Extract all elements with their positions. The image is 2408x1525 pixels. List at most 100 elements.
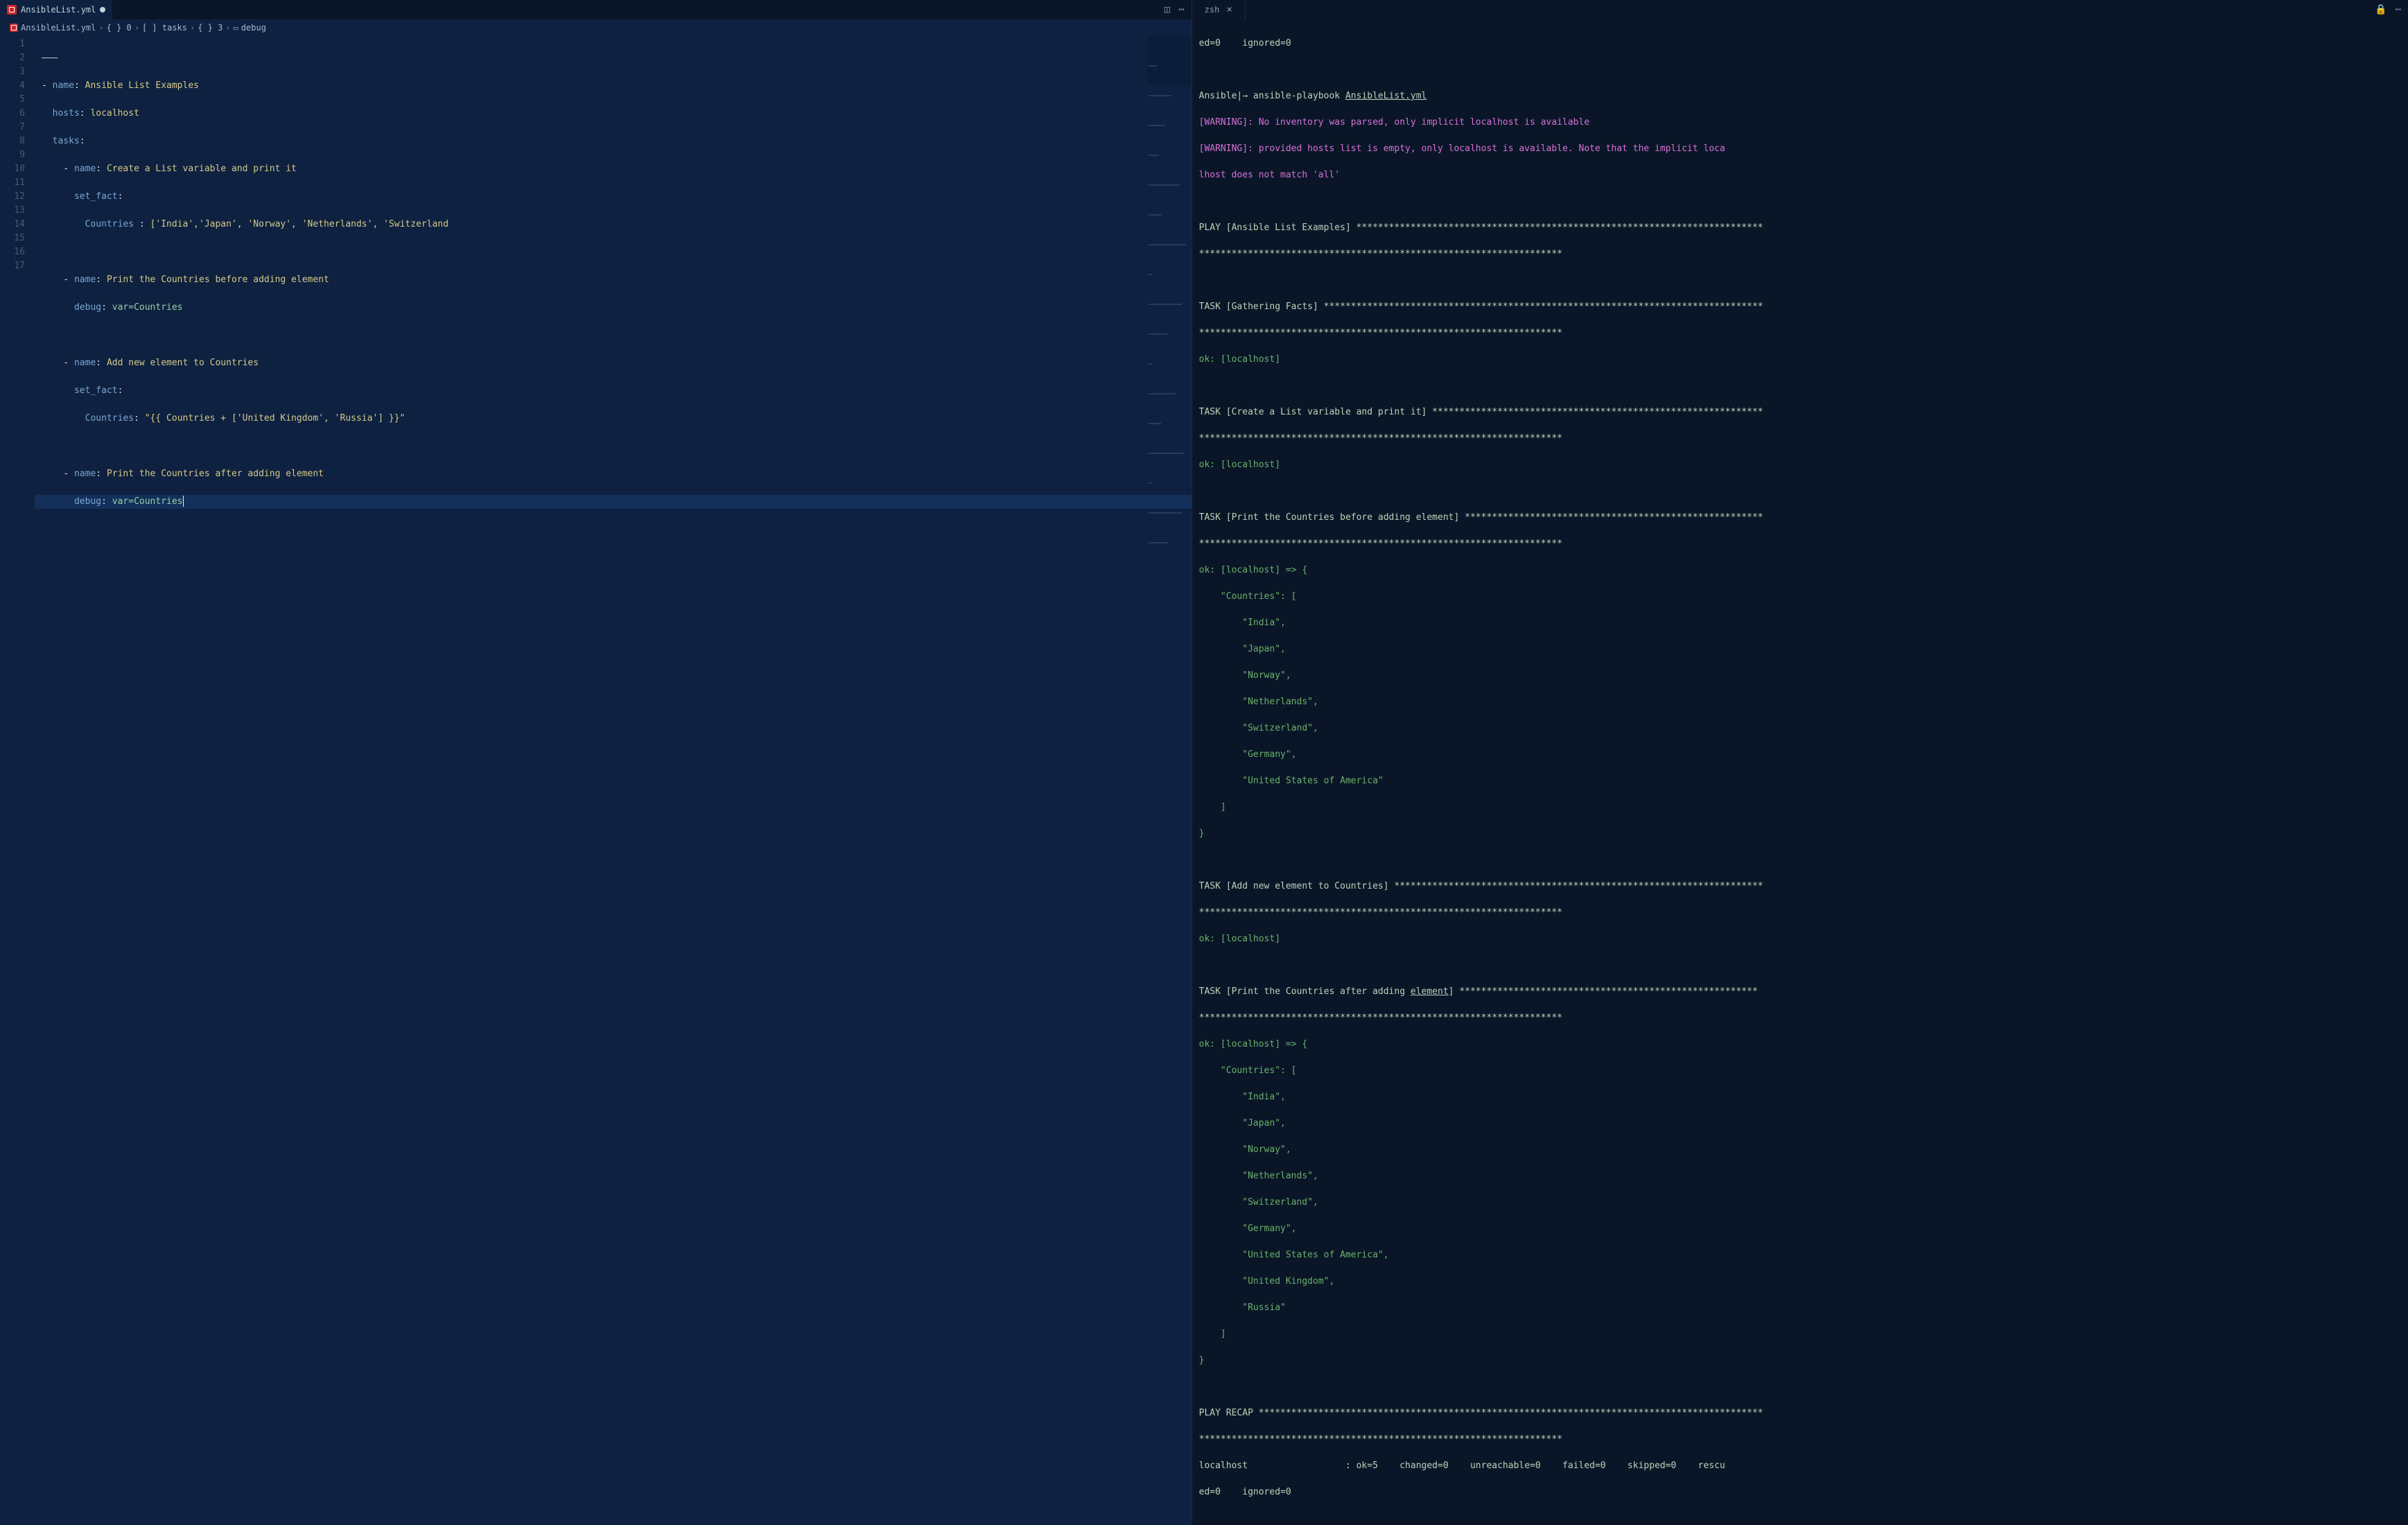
terminal-line: "India", [1199, 616, 2401, 629]
code-line: debug: var=Countries [35, 301, 1192, 315]
terminal-line: ok: [localhost] [1199, 932, 2401, 946]
terminal-line: ****************************************… [1199, 247, 2401, 261]
breadcrumb-item[interactable]: AnsibleList.yml [21, 23, 96, 33]
code-line: - name: Ansible List Examples [35, 79, 1192, 93]
terminal-line: "Netherlands", [1199, 1169, 2401, 1183]
editor-tab-actions: ◫ ⋯ [1158, 4, 1192, 15]
terminal-line: ok: [localhost] [1199, 353, 2401, 366]
line-gutter: 1 2 3 4 5 6 7 8 9 10 11 12 13 14 15 16 1 [0, 36, 35, 1525]
terminal-line [1199, 485, 2401, 498]
close-icon[interactable]: × [1226, 4, 1232, 15]
code-line [35, 245, 1192, 259]
code-line: - name: Print the Countries after adding… [35, 467, 1192, 481]
modified-dot-icon [100, 7, 105, 12]
terminal-line: ****************************************… [1199, 1011, 2401, 1025]
more-actions-icon[interactable]: ⋯ [2396, 4, 2401, 15]
breadcrumb-item[interactable]: { } 3 [198, 23, 223, 33]
yaml-file-icon [10, 24, 18, 32]
terminal-line: [WARNING]: provided hosts list is empty,… [1199, 142, 2401, 155]
terminal-line: "Countries": [ [1199, 1064, 2401, 1077]
editor-tab[interactable]: AnsibleList.yml [0, 0, 112, 19]
chevron-right-icon: › [134, 23, 139, 33]
terminal-line: TASK [Create a List variable and print i… [1199, 406, 2401, 419]
code-line: Countries: "{{ Countries + ['United King… [35, 412, 1192, 426]
terminal-line: ****************************************… [1199, 1433, 2401, 1446]
editor-area[interactable]: 1 2 3 4 5 6 7 8 9 10 11 12 13 14 15 16 1 [0, 36, 1192, 1525]
terminal-pane: zsh × 🔒 ⋯ ed=0 ignored=0 Ansible|→ ansib… [1192, 0, 2408, 1525]
terminal-line: } [1199, 827, 2401, 840]
split-editor-icon[interactable]: ◫ [1164, 4, 1170, 15]
yaml-file-icon [7, 5, 17, 15]
chevron-right-icon: › [225, 23, 230, 33]
terminal-line: } [1199, 1354, 2401, 1367]
field-icon: ▭ [234, 23, 238, 33]
main-split: AnsibleList.yml ◫ ⋯ AnsibleList.yml › { … [0, 0, 2408, 1525]
terminal-line: ok: [localhost] => { [1199, 1038, 2401, 1051]
code-line: hosts: localhost [35, 107, 1192, 121]
terminal-line [1199, 1380, 2401, 1393]
editor-tab-bar: AnsibleList.yml ◫ ⋯ [0, 0, 1192, 19]
terminal-line: ****************************************… [1199, 906, 2401, 919]
tab-name: zsh [1205, 5, 1220, 15]
terminal-line [1199, 63, 2401, 76]
terminal-line: ****************************************… [1199, 537, 2401, 550]
terminal-line: ok: [localhost] [1199, 458, 2401, 471]
code-line: debug: var=Countries [35, 495, 1192, 509]
code-line: tasks: [35, 134, 1192, 148]
terminal-line: ] [1199, 1327, 2401, 1341]
terminal-line: ok: [localhost] => { [1199, 564, 2401, 577]
terminal-line [1199, 274, 2401, 287]
terminal-line: "United States of America" [1199, 774, 2401, 787]
terminal-line: TASK [Add new element to Countries] ****… [1199, 880, 2401, 893]
minimap[interactable] [1147, 36, 1192, 85]
code-line: set_fact: [35, 384, 1192, 398]
terminal-line: TASK [Print the Countries before adding … [1199, 511, 2401, 524]
terminal-line: PLAY RECAP *****************************… [1199, 1406, 2401, 1420]
terminal-line: "India", [1199, 1090, 2401, 1104]
terminal-line [1199, 1512, 2401, 1525]
terminal-line: "Switzerland", [1199, 722, 2401, 735]
terminal-line: "United States of America", [1199, 1248, 2401, 1262]
terminal-line: "Switzerland", [1199, 1196, 2401, 1209]
code-line [35, 329, 1192, 342]
terminal-line: localhost : ok=5 changed=0 unreachable=0… [1199, 1459, 2401, 1472]
code-line: ——— [35, 51, 1192, 65]
breadcrumb-item[interactable]: [ ] tasks [142, 23, 187, 33]
terminal-line: TASK [Gathering Facts] *****************… [1199, 300, 2401, 313]
code-line: - name: Print the Countries before addin… [35, 273, 1192, 287]
terminal-line [1199, 959, 2401, 972]
code-editor[interactable]: ——— - name: Ansible List Examples hosts:… [35, 36, 1192, 1525]
terminal-line [1199, 195, 2401, 208]
terminal-line: "Japan", [1199, 643, 2401, 656]
terminal-line: "Countries": [ [1199, 590, 2401, 603]
breadcrumb[interactable]: AnsibleList.yml › { } 0 › [ ] tasks › { … [0, 19, 1192, 36]
terminal-line: "Netherlands", [1199, 695, 2401, 708]
terminal-line: ed=0 ignored=0 [1199, 37, 2401, 50]
editor-pane: AnsibleList.yml ◫ ⋯ AnsibleList.yml › { … [0, 0, 1192, 1525]
breadcrumb-item[interactable]: debug [241, 23, 266, 33]
chevron-right-icon: › [98, 23, 103, 33]
breadcrumb-item[interactable]: { } 0 [107, 23, 132, 33]
terminal-line: "Norway", [1199, 669, 2401, 682]
terminal-line: ] [1199, 801, 2401, 814]
tab-filename: AnsibleList.yml [21, 5, 96, 15]
terminal-line: ed=0 ignored=0 [1199, 1485, 2401, 1499]
terminal-line: "Japan", [1199, 1117, 2401, 1130]
code-line: Countries : ['India','Japan', 'Norway', … [35, 218, 1192, 232]
chevron-right-icon: › [190, 23, 195, 33]
code-line: - name: Create a List variable and print… [35, 162, 1192, 176]
terminal-line: "Germany", [1199, 1222, 2401, 1235]
terminal-line: [WARNING]: No inventory was parsed, only… [1199, 116, 2401, 129]
terminal-line [1199, 853, 2401, 866]
terminal-output[interactable]: ed=0 ignored=0 Ansible|→ ansible-playboo… [1192, 19, 2408, 1525]
terminal-line: "United Kingdom", [1199, 1275, 2401, 1288]
more-actions-icon[interactable]: ⋯ [1178, 4, 1184, 15]
terminal-line: ****************************************… [1199, 432, 2401, 445]
terminal-line: "Germany", [1199, 748, 2401, 761]
text-cursor [183, 496, 184, 507]
lock-icon[interactable]: 🔒 [2375, 4, 2387, 15]
terminal-line: "Norway", [1199, 1143, 2401, 1156]
terminal-tab[interactable]: zsh × [1192, 0, 1246, 19]
terminal-tab-bar: zsh × 🔒 ⋯ [1192, 0, 2408, 19]
app-root: AnsibleList.yml ◫ ⋯ AnsibleList.yml › { … [0, 0, 2408, 1525]
